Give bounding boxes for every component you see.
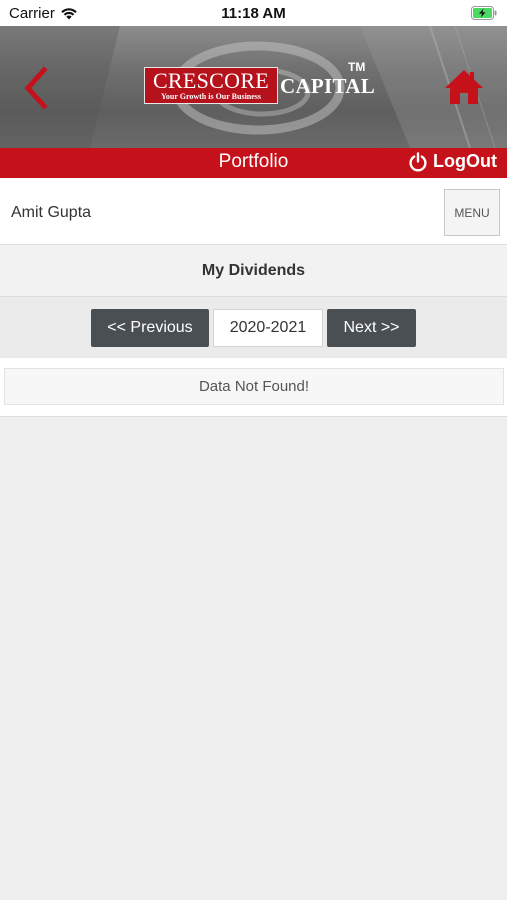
section-title: My Dividends [0,245,507,297]
next-button[interactable]: Next >> [327,309,416,347]
logo-wordmark: CRESCORE [152,68,270,93]
power-icon [409,151,427,171]
logout-label: LogOut [433,151,497,171]
logo-suffix: CAPITAL [280,74,376,98]
company-logo: CRESCORE Your Growth is Our Business [144,67,278,104]
results-container: Data Not Found! [0,358,507,417]
empty-state-message: Data Not Found! [4,368,504,405]
logo-tagline: Your Growth is Our Business [160,92,262,101]
clock: 11:18 AM [221,5,286,22]
home-icon [445,70,483,104]
app-header: CRESCORE Your Growth is Our Business CAP… [0,26,507,148]
battery-charging-icon [471,6,497,20]
nav-bar: Portfolio LogOut [0,148,507,178]
logout-button[interactable]: LogOut [408,151,497,172]
trademark-mark: TM [348,60,366,74]
user-name: Amit Gupta [11,204,92,221]
financial-year-field: 2020-2021 [213,309,323,347]
user-bar: Amit Gupta MENU [0,178,507,245]
home-button[interactable] [443,68,485,106]
previous-button[interactable]: << Previous [91,309,209,347]
status-bar: Carrier 11:18 AM [0,0,507,26]
chevron-left-icon [24,66,48,110]
year-pager: << Previous 2020-2021 Next >> [0,297,507,358]
back-button[interactable] [20,66,54,110]
menu-button[interactable]: MENU [444,189,500,236]
